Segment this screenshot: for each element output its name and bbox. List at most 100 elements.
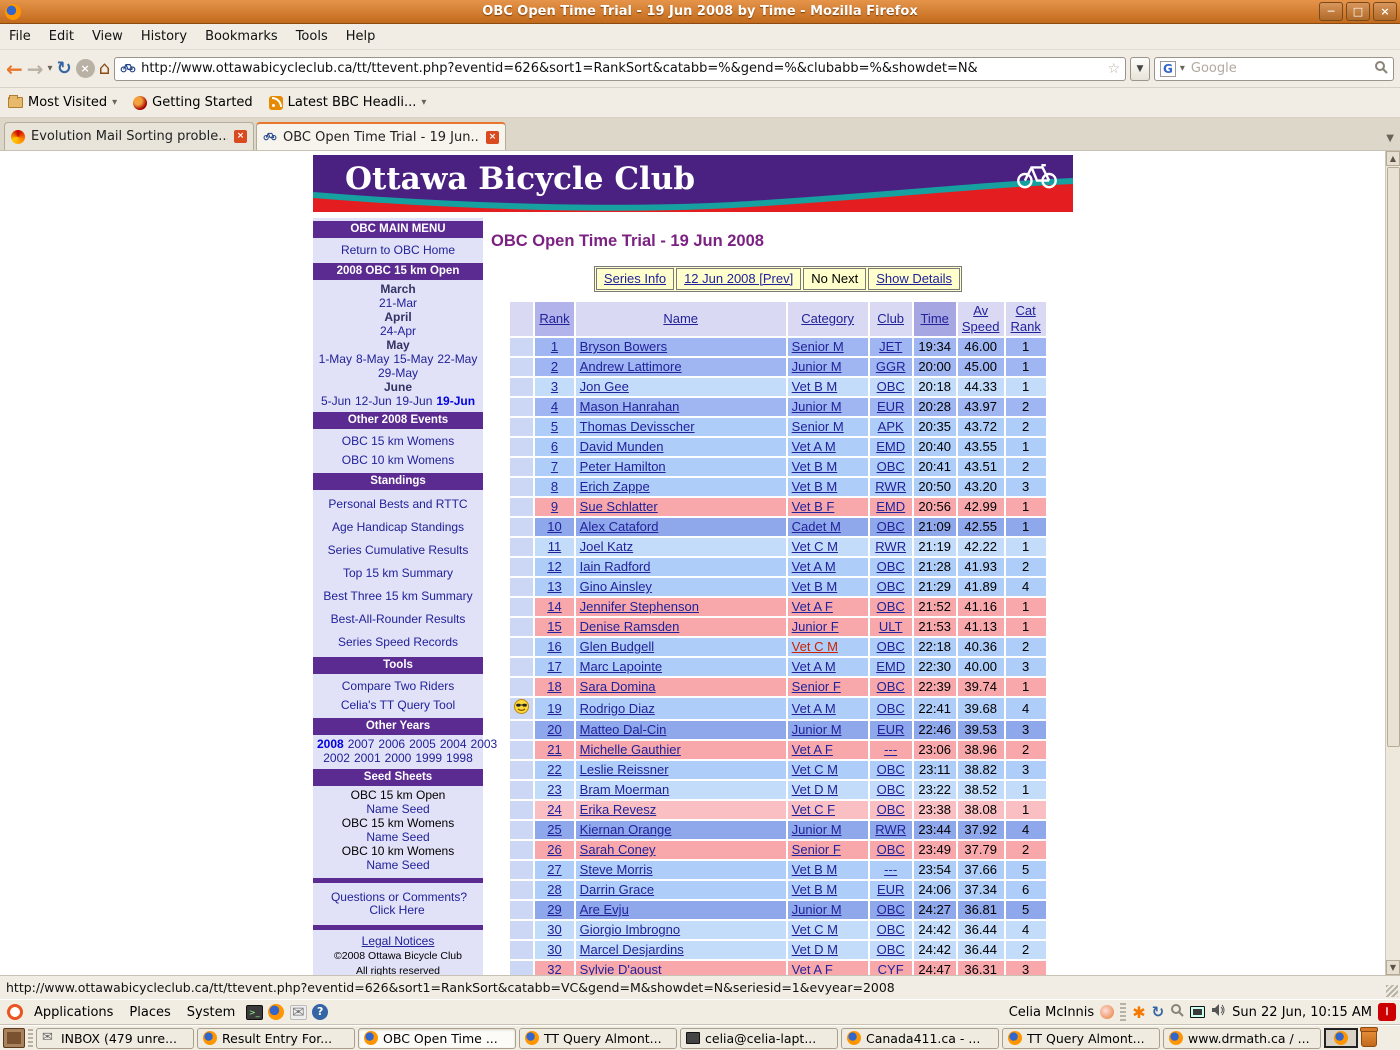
maximize-button[interactable]: □ (1346, 2, 1370, 21)
cell-category-link[interactable]: Vet C M (792, 762, 838, 777)
sidebar-link[interactable]: 24-Apr (380, 324, 416, 338)
tracker-search-icon[interactable] (1170, 1003, 1184, 1021)
firefox-launcher-icon[interactable] (267, 1003, 285, 1021)
update-notifier-icon[interactable]: ✱ (1132, 1003, 1145, 1022)
event-nav-link[interactable]: Show Details (876, 271, 952, 286)
resize-grip[interactable] (1386, 985, 1398, 997)
scrollbar-thumb[interactable] (1387, 167, 1400, 747)
cell-name-link[interactable]: Steve Morris (580, 862, 653, 877)
sync-arrows-icon[interactable]: ↻ (1152, 1003, 1165, 1021)
cell-club-link[interactable]: OBC (877, 579, 905, 594)
tab-list-dropdown-icon[interactable]: ▼ (1386, 133, 1394, 144)
taskbar-window-button[interactable]: celia@celia-lapt... (680, 1028, 838, 1049)
cell-category-link[interactable]: Vet B M (792, 862, 838, 877)
cell-name-link[interactable]: Andrew Lattimore (580, 359, 682, 374)
cell-category-link[interactable]: Vet A F (792, 962, 833, 975)
sidebar-link[interactable]: 2000 (385, 751, 412, 765)
cell-club-link[interactable]: --- (884, 862, 897, 877)
google-logo-icon[interactable]: G (1160, 61, 1176, 77)
cell-name-link[interactable]: Darrin Grace (580, 882, 654, 897)
cell-rank-link[interactable]: 26 (547, 842, 561, 857)
sort-link[interactable]: Name (663, 311, 698, 326)
cell-category-link[interactable]: Vet A M (792, 559, 836, 574)
terminal-launcher-icon[interactable]: >_ (245, 1003, 263, 1021)
sidebar-link[interactable]: Series Cumulative Results (328, 543, 469, 557)
cell-name-link[interactable]: Erich Zappe (580, 479, 650, 494)
url-dropdown-button[interactable]: ▼ (1130, 57, 1150, 81)
sidebar-link[interactable]: Top 15 km Summary (343, 566, 453, 580)
cell-category-link[interactable]: Vet A F (792, 742, 833, 757)
sort-link[interactable]: Category (801, 311, 854, 326)
stop-button[interactable]: × (76, 59, 95, 78)
sidebar-link[interactable]: Personal Bests and RTTC (328, 497, 467, 511)
taskbar-window-button[interactable]: TT Query Almont... (1002, 1028, 1160, 1049)
taskbar-window-button[interactable]: TT Query Almont... (519, 1028, 677, 1049)
cell-category-link[interactable]: Vet B M (792, 379, 838, 394)
cell-name-link[interactable]: Iain Radford (580, 559, 651, 574)
sidebar-link[interactable]: 12-Jun (355, 394, 392, 408)
cell-category-link[interactable]: Vet D M (792, 942, 838, 957)
clock[interactable]: Sun 22 Jun, 10:15 AM (1232, 1005, 1372, 1020)
sort-link[interactable]: Speed (962, 319, 1000, 334)
magnifier-icon[interactable] (1374, 59, 1388, 78)
mail-launcher-icon[interactable]: ✉ (289, 1003, 307, 1021)
bookmark-item[interactable]: Getting Started (133, 95, 253, 110)
scroll-down-icon[interactable]: ▼ (1386, 960, 1400, 975)
cell-name-link[interactable]: Erika Revesz (580, 802, 657, 817)
tab-close-icon[interactable]: × (234, 130, 247, 143)
sidebar-link[interactable]: Compare Two Riders (342, 679, 455, 693)
cell-rank-link[interactable]: 13 (547, 579, 561, 594)
sidebar-link[interactable]: Celia's TT Query Tool (341, 698, 455, 712)
sidebar-link[interactable]: 19-Jun (396, 394, 433, 408)
menu-help[interactable]: Help (337, 26, 385, 47)
sort-link[interactable]: Rank (1010, 319, 1040, 334)
home-button[interactable]: ⌂ (99, 59, 110, 79)
tasklist-handle[interactable] (28, 1029, 33, 1047)
cell-club-link[interactable]: OBC (877, 559, 905, 574)
show-desktop-button[interactable] (3, 1028, 25, 1048)
search-input[interactable] (1189, 60, 1370, 77)
applet-handle[interactable] (1120, 1003, 1126, 1021)
cell-club-link[interactable]: OBC (877, 802, 905, 817)
cell-rank-link[interactable]: 14 (547, 599, 561, 614)
cell-category-link[interactable]: Vet A F (792, 599, 833, 614)
sidebar-link[interactable]: 21-Mar (379, 296, 417, 310)
cell-category-link[interactable]: Junior M (792, 902, 842, 917)
cell-name-link[interactable]: Bram Moerman (580, 782, 670, 797)
bookmark-item[interactable]: Latest BBC Headli...▾ (269, 95, 427, 110)
cell-rank-link[interactable]: 23 (547, 782, 561, 797)
cell-name-link[interactable]: Joel Katz (580, 539, 633, 554)
cell-rank-link[interactable]: 5 (551, 419, 558, 434)
cell-category-link[interactable]: Junior F (792, 619, 839, 634)
sidebar-link[interactable]: 2004 (440, 737, 467, 751)
cell-category-link[interactable]: Junior M (792, 359, 842, 374)
cell-club-link[interactable]: RWR (875, 479, 906, 494)
cell-club-link[interactable]: RWR (875, 539, 906, 554)
sidebar-link[interactable]: 2001 (354, 751, 381, 765)
cell-rank-link[interactable]: 29 (547, 902, 561, 917)
cell-name-link[interactable]: Sue Schlatter (580, 499, 658, 514)
cell-name-link[interactable]: Jon Gee (580, 379, 629, 394)
cell-club-link[interactable]: ULT (879, 619, 903, 634)
sidebar-link[interactable]: 1-May (319, 352, 352, 366)
sidebar-link[interactable]: Name Seed (366, 802, 429, 816)
taskbar-window-button[interactable]: ✉INBOX (479 unre... (36, 1028, 194, 1049)
trash-icon[interactable] (1361, 1029, 1377, 1047)
sidebar-link[interactable]: Name Seed (366, 858, 429, 872)
cell-category-link[interactable]: Vet A M (792, 439, 836, 454)
sidebar-link[interactable]: Best-All-Rounder Results (331, 612, 466, 626)
cell-name-link[interactable]: Kiernan Orange (580, 822, 672, 837)
cell-club-link[interactable]: EMD (876, 439, 905, 454)
cell-name-link[interactable]: Sarah Coney (580, 842, 656, 857)
cell-category-link[interactable]: Senior M (792, 419, 844, 434)
cell-rank-link[interactable]: 21 (547, 742, 561, 757)
minimize-button[interactable]: ─ (1319, 2, 1343, 21)
cell-rank-link[interactable]: 30 (547, 922, 561, 937)
history-dropdown-icon[interactable]: ▾ (48, 63, 53, 74)
cell-club-link[interactable]: OBC (877, 922, 905, 937)
cell-name-link[interactable]: Bryson Bowers (580, 339, 667, 354)
cell-rank-link[interactable]: 20 (547, 722, 561, 737)
sidebar-link[interactable]: 1998 (446, 751, 473, 765)
cell-club-link[interactable]: OBC (877, 379, 905, 394)
cell-name-link[interactable]: David Munden (580, 439, 664, 454)
